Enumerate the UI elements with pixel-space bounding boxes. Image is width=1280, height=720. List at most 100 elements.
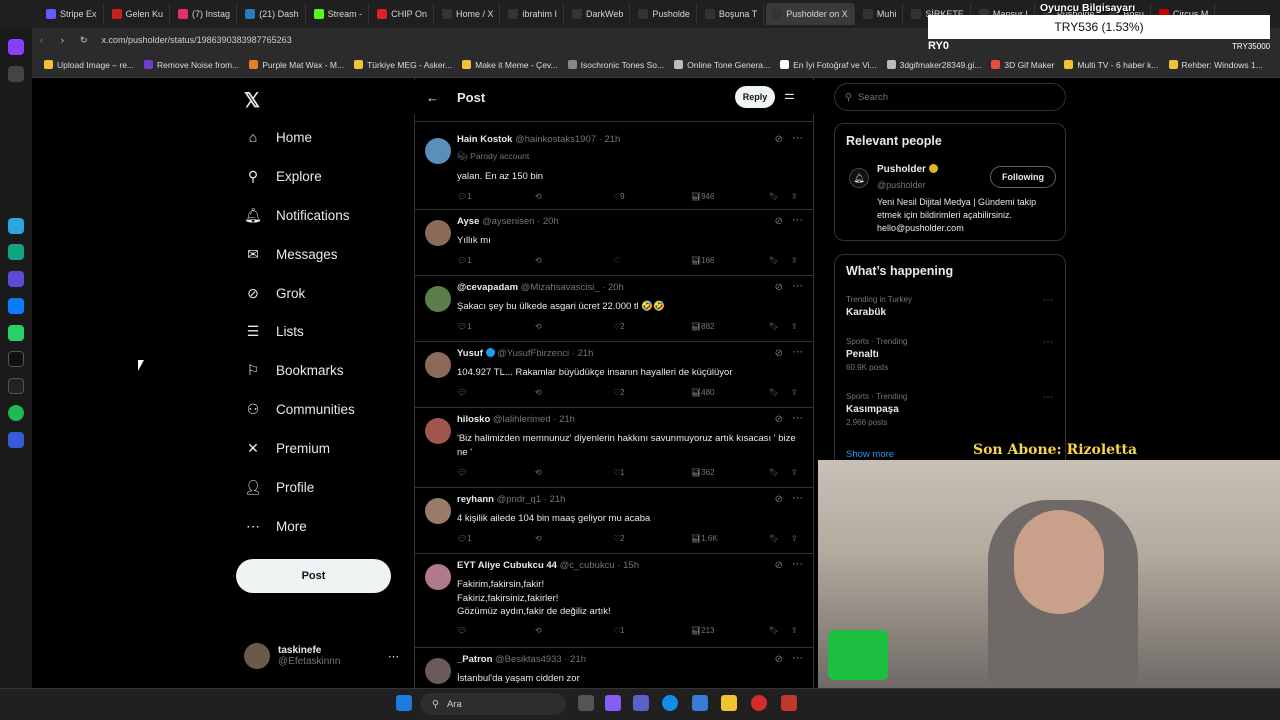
bookmark-item[interactable]: Online Tone Genera... bbox=[674, 60, 770, 70]
like-action[interactable]: ♡ 9 bbox=[613, 192, 625, 201]
star-icon[interactable] bbox=[8, 66, 24, 83]
grok-icon[interactable]: ⊘ bbox=[775, 414, 783, 425]
app-icon[interactable] bbox=[8, 271, 24, 288]
share-icon[interactable]: ⇪ bbox=[791, 322, 798, 331]
more-icon[interactable]: ⋯ bbox=[388, 650, 399, 663]
reply-action[interactable]: 💬︎ bbox=[457, 626, 467, 635]
app-icon[interactable] bbox=[781, 695, 797, 711]
share-icon[interactable]: ⇪ bbox=[791, 534, 798, 543]
edge-icon[interactable] bbox=[662, 695, 678, 711]
views-action[interactable]: 📊︎ 362 bbox=[691, 468, 715, 477]
nav-premium[interactable]: ✕ Premium bbox=[244, 439, 330, 457]
retweet-action[interactable]: ⟲ bbox=[535, 256, 542, 265]
like-action[interactable]: ♡ 1 bbox=[613, 626, 625, 635]
opera-icon[interactable] bbox=[751, 695, 767, 711]
retweet-action[interactable]: ⟲ bbox=[535, 322, 542, 331]
grok-icon[interactable]: ⊘ bbox=[775, 654, 783, 665]
grok-icon[interactable]: ⊘ bbox=[775, 348, 783, 359]
views-action[interactable]: 📊︎ 946 bbox=[691, 192, 715, 201]
reply-action[interactable]: 💬︎ 1 bbox=[457, 192, 472, 201]
more-icon[interactable]: ⋯ bbox=[792, 279, 803, 292]
tiktok-icon[interactable] bbox=[8, 351, 24, 368]
tweet-author[interactable]: @cevapadam bbox=[457, 282, 518, 293]
task-view-icon[interactable] bbox=[578, 695, 594, 711]
tweet-item[interactable]: @cevapadam @Mizahsavascisi_ · 20h ⊘ ⋯ Şakac… bbox=[415, 278, 813, 342]
following-button[interactable]: Following bbox=[990, 166, 1056, 188]
url-text[interactable]: x.com/pusholder/status/19863903839877652… bbox=[102, 35, 292, 45]
store-icon[interactable] bbox=[692, 695, 708, 711]
retweet-action[interactable]: ⟲ bbox=[535, 192, 542, 201]
browser-tab[interactable]: Stream - bbox=[308, 3, 370, 25]
tweet-item[interactable]: _Patron @Besiktas4933 · 21h ⊘ ⋯ İstanbul'da… bbox=[415, 650, 813, 690]
person-name[interactable]: Pusholder bbox=[877, 164, 938, 175]
reply-action[interactable]: 💬︎ bbox=[457, 468, 467, 477]
share-icon[interactable]: ⇪ bbox=[791, 256, 798, 265]
nav-bookmarks[interactable]: ⚐ Bookmarks bbox=[244, 361, 344, 379]
teams-icon[interactable] bbox=[633, 695, 649, 711]
tweet-author[interactable]: reyhann bbox=[457, 494, 494, 505]
browser-tab[interactable]: Pusholder on X bbox=[766, 3, 855, 25]
tweet-handle[interactable]: @pndr_q1 bbox=[497, 494, 542, 505]
show-more-link[interactable]: Show more bbox=[846, 449, 894, 460]
bookmark-action[interactable]: 🔖︎ bbox=[769, 256, 779, 265]
avatar[interactable] bbox=[425, 658, 451, 684]
bookmark-action[interactable]: 🔖︎ bbox=[769, 388, 779, 397]
bookmark-item[interactable]: Remove Noise from... bbox=[144, 60, 239, 70]
more-icon[interactable]: ⋯ bbox=[792, 131, 803, 144]
more-icon[interactable]: ⋯ bbox=[792, 557, 803, 570]
avatar[interactable] bbox=[425, 418, 451, 444]
browser-tab[interactable]: Home / X bbox=[436, 3, 501, 25]
bookmark-action[interactable]: 🔖︎ bbox=[769, 322, 779, 331]
forward-icon[interactable]: › bbox=[61, 35, 64, 45]
more-icon[interactable]: ⋯ bbox=[792, 411, 803, 424]
more-icon[interactable]: ⋯ bbox=[792, 651, 803, 664]
tweet-time[interactable]: 20h bbox=[608, 282, 624, 293]
tweet-item[interactable]: EYT Aliye Cubukcu 44 @c_cubukcu · 15h ⊘ ⋯ F… bbox=[415, 556, 813, 648]
file-explorer-icon[interactable] bbox=[721, 695, 737, 711]
bookmark-item[interactable]: 3D Gif Maker bbox=[991, 60, 1054, 70]
grok-icon[interactable]: ⊘ bbox=[775, 216, 783, 227]
like-action[interactable]: ♡ 2 bbox=[613, 322, 625, 331]
avatar[interactable] bbox=[425, 564, 451, 590]
filter-icon[interactable]: ⚌ bbox=[784, 88, 795, 102]
more-icon[interactable]: ⋯ bbox=[792, 345, 803, 358]
app-icon[interactable] bbox=[8, 431, 24, 448]
tweet-author[interactable]: hilosko bbox=[457, 414, 490, 425]
retweet-action[interactable]: ⟲ bbox=[535, 388, 542, 397]
views-action[interactable]: 📊︎ 882 bbox=[691, 322, 715, 331]
spotify-icon[interactable] bbox=[8, 405, 24, 422]
x-logo-icon[interactable]: 𝕏 bbox=[244, 88, 260, 113]
nav-grok[interactable]: ⊘ Grok bbox=[244, 284, 305, 302]
messenger-icon[interactable] bbox=[8, 297, 24, 314]
browser-tab[interactable]: CHIP On bbox=[371, 3, 434, 25]
reply-action[interactable]: 💬︎ 1 bbox=[457, 534, 472, 543]
tweet-item[interactable]: reyhann @pndr_q1 · 21h ⊘ ⋯ 4 kişilik ailede… bbox=[415, 490, 813, 554]
browser-tab[interactable]: DarkWeb bbox=[566, 3, 631, 25]
nav-home[interactable]: ⌂ Home bbox=[244, 128, 312, 146]
nav-profile[interactable]: 👤︎ Profile bbox=[244, 478, 314, 496]
reply-action[interactable]: 💬︎ 1 bbox=[457, 256, 472, 265]
retweet-action[interactable]: ⟲ bbox=[535, 534, 542, 543]
tweet-time[interactable]: 21h bbox=[559, 414, 575, 425]
retweet-action[interactable]: ⟲ bbox=[535, 468, 542, 477]
nav-lists[interactable]: ☰ Lists bbox=[244, 322, 304, 340]
browser-tab[interactable]: Boşuna T bbox=[699, 3, 765, 25]
chatgpt-icon[interactable] bbox=[8, 244, 24, 261]
search-input[interactable]: ⚲ Search bbox=[834, 83, 1066, 111]
avatar[interactable] bbox=[425, 352, 451, 378]
tweet-handle[interactable]: @c_cubukcu bbox=[560, 560, 615, 571]
trend-item[interactable]: Sports · Trending Penaltı 60.9K posts bbox=[846, 337, 907, 372]
browser-tab[interactable]: (21) Dash bbox=[239, 3, 306, 25]
bookmark-action[interactable]: 🔖︎ bbox=[769, 534, 779, 543]
whatsapp-icon[interactable] bbox=[8, 324, 24, 341]
avatar[interactable] bbox=[425, 138, 451, 164]
tweet-item[interactable]: Yusuf @YusufFbirzenci · 21h ⊘ ⋯ 104.927 TL.… bbox=[415, 344, 813, 408]
post-button[interactable]: Post bbox=[236, 559, 391, 593]
tweet-item[interactable]: hilosko @lalihlerimed · 21h ⊘ ⋯ 'Biz halimi… bbox=[415, 410, 813, 488]
tweet-handle[interactable]: @aysenisen bbox=[482, 216, 534, 227]
avatar[interactable] bbox=[425, 286, 451, 312]
nav-notifications[interactable]: 🔔︎ Notifications bbox=[244, 206, 349, 224]
pusholder-avatar[interactable]: 🔔︎ bbox=[849, 168, 869, 188]
reply-action[interactable]: 💬︎ bbox=[457, 388, 467, 397]
share-icon[interactable]: ⇪ bbox=[791, 468, 798, 477]
